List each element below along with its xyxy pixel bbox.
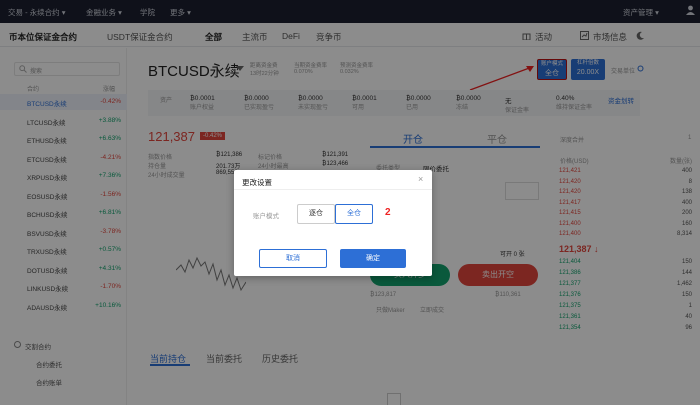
modal-divider [234,189,432,190]
cross-margin-option[interactable]: 全仓 [335,204,373,224]
settings-modal: 更改设置 × 账户模式 逐仓 全仓 2 取消 确定 [234,170,432,276]
confirm-button[interactable]: 确定 [340,249,406,268]
step-number-annotation: 2 [385,207,391,218]
close-icon[interactable]: × [418,174,423,184]
modal-title: 更改设置 [242,178,272,187]
isolated-margin-option[interactable]: 逐仓 [297,204,335,224]
account-mode-label: 账户模式 [253,213,279,220]
cancel-button[interactable]: 取消 [259,249,327,268]
